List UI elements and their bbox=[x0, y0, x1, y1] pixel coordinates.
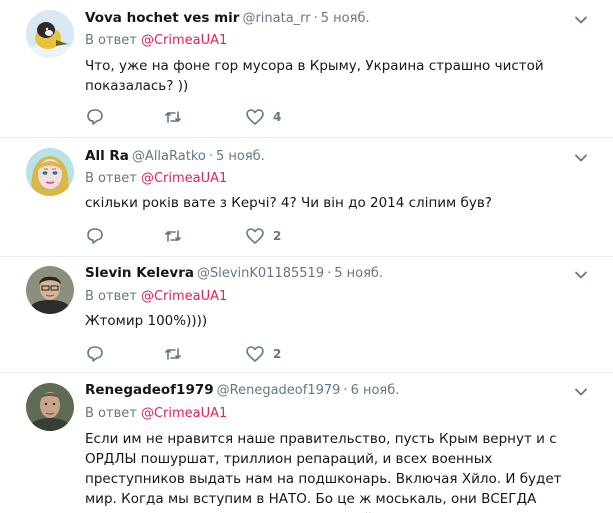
avatar[interactable] bbox=[26, 266, 74, 314]
like-count: 4 bbox=[273, 110, 282, 124]
like-button[interactable]: 4 bbox=[245, 106, 281, 128]
tweet-text: Если им не нравится наше правительство, … bbox=[85, 431, 562, 513]
reply-icon bbox=[87, 109, 103, 125]
avatar[interactable] bbox=[26, 10, 74, 58]
reply-context: В ответ @CrimeaUA1 bbox=[85, 32, 227, 50]
chevron-down-icon[interactable] bbox=[573, 12, 589, 28]
avatar[interactable] bbox=[26, 148, 74, 196]
photo-avatar-image bbox=[26, 383, 74, 431]
reply-mention-link[interactable]: @CrimeaUA1 bbox=[141, 406, 227, 421]
tweet[interactable]: Vova hochet ves mir @rinata_rr · 5 нояб. В … bbox=[0, 0, 613, 137]
timestamp[interactable]: 6 нояб. bbox=[351, 383, 400, 398]
tweet-actions: 2 bbox=[85, 343, 485, 365]
reply-button[interactable] bbox=[85, 343, 105, 365]
retweet-button[interactable] bbox=[163, 225, 183, 247]
reply-prefix: В ответ bbox=[85, 33, 137, 48]
tweet-header: Vova hochet ves mir @rinata_rr · 5 нояб. bbox=[85, 8, 370, 28]
timestamp[interactable]: 5 нояб. bbox=[334, 266, 383, 281]
tweet-text: Что, уже на фоне гор мусора в Крыму, Укр… bbox=[85, 58, 544, 94]
chevron-down-icon[interactable] bbox=[573, 267, 589, 283]
user-handle[interactable]: @Renegadeof1979 bbox=[217, 383, 341, 398]
reply-mention-link[interactable]: @CrimeaUA1 bbox=[141, 33, 227, 48]
tweet-header: Slevin Kelevra @SlevinK01185519 · 5 нояб. bbox=[85, 263, 383, 283]
separator-dot: · bbox=[208, 149, 213, 164]
reply-context: В ответ @CrimeaUA1 bbox=[85, 170, 227, 188]
display-name[interactable]: Vova hochet ves mir bbox=[85, 10, 239, 26]
reply-context: В ответ @CrimeaUA1 bbox=[85, 288, 227, 306]
retweet-icon bbox=[165, 111, 181, 123]
like-button[interactable]: 2 bbox=[245, 343, 281, 365]
tweet[interactable]: Renegadeof1979 @Renegadeof1979 · 6 нояб. В … bbox=[0, 373, 613, 513]
heart-icon bbox=[246, 346, 264, 362]
display-name[interactable]: Slevin Kelevra bbox=[85, 265, 194, 281]
reply-context: В ответ @CrimeaUA1 bbox=[85, 405, 227, 423]
display-name[interactable]: All Ra bbox=[85, 148, 129, 164]
tweet-actions: 2 bbox=[85, 225, 485, 247]
retweet-button[interactable] bbox=[163, 106, 183, 128]
retweet-button[interactable] bbox=[163, 343, 183, 365]
user-handle[interactable]: @AllaRatko bbox=[132, 149, 206, 164]
tweet-header: All Ra @AllaRatko · 5 нояб. bbox=[85, 146, 265, 166]
tweet-text: скільки років вате з Керчі? 4? Чи він до… bbox=[85, 195, 492, 211]
reply-prefix: В ответ bbox=[85, 289, 137, 304]
reply-button[interactable] bbox=[85, 106, 105, 128]
photo-avatar-image bbox=[26, 266, 74, 314]
timestamp[interactable]: 5 нояб. bbox=[216, 149, 265, 164]
like-count: 2 bbox=[273, 347, 282, 361]
reply-mention-link[interactable]: @CrimeaUA1 bbox=[141, 171, 227, 186]
tweet[interactable]: Slevin Kelevra @SlevinK01185519 · 5 нояб. В… bbox=[0, 257, 613, 372]
chevron-down-icon[interactable] bbox=[573, 150, 589, 166]
separator-dot: · bbox=[327, 266, 332, 281]
timestamp[interactable]: 5 нояб. bbox=[321, 11, 370, 26]
avatar[interactable] bbox=[26, 383, 74, 431]
display-name[interactable]: Renegadeof1979 bbox=[85, 382, 214, 398]
user-handle[interactable]: @rinata_rr bbox=[242, 11, 310, 26]
like-count: 2 bbox=[273, 229, 282, 243]
retweet-icon bbox=[165, 230, 181, 242]
tweet[interactable]: All Ra @AllaRatko · 5 нояб. В ответ @Crimea… bbox=[0, 138, 613, 256]
heart-icon bbox=[246, 109, 264, 125]
reply-prefix: В ответ bbox=[85, 171, 137, 186]
reply-icon bbox=[87, 346, 103, 362]
separator-dot: · bbox=[343, 383, 348, 398]
reply-mention-link[interactable]: @CrimeaUA1 bbox=[141, 289, 227, 304]
tweet-header: Renegadeof1979 @Renegadeof1979 · 6 нояб. bbox=[85, 380, 399, 400]
bird-avatar-image bbox=[26, 10, 74, 58]
like-button[interactable]: 2 bbox=[245, 225, 281, 247]
reply-prefix: В ответ bbox=[85, 406, 137, 421]
separator-dot: · bbox=[313, 11, 318, 26]
tweet-actions: 4 bbox=[85, 106, 485, 128]
drawn-face-avatar-image bbox=[26, 148, 74, 196]
chevron-down-icon[interactable] bbox=[573, 384, 589, 400]
reply-icon bbox=[87, 228, 103, 244]
user-handle[interactable]: @SlevinK01185519 bbox=[197, 266, 324, 281]
heart-icon bbox=[246, 228, 264, 244]
reply-button[interactable] bbox=[85, 225, 105, 247]
retweet-icon bbox=[165, 348, 181, 360]
tweet-text: Жтомир 100%)))) bbox=[85, 313, 208, 329]
